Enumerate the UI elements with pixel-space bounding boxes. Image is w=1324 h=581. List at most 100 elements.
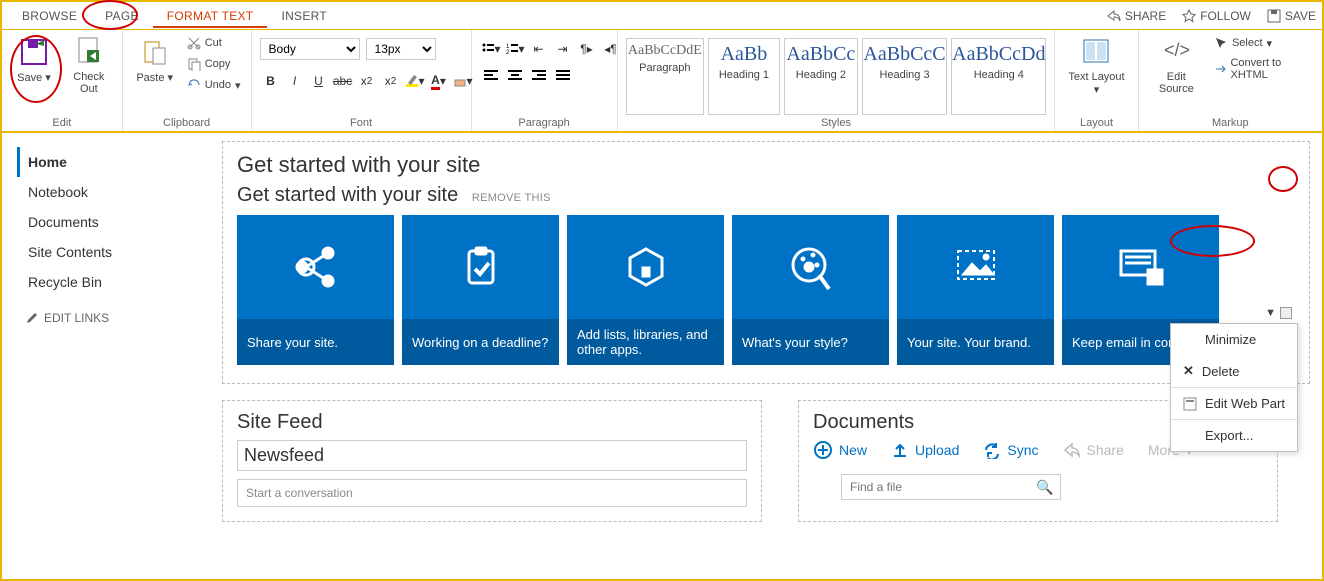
bullets-button[interactable]: ▾ [480,38,502,60]
remove-this-link[interactable]: REMOVE THIS [472,192,551,204]
justify-icon [556,68,570,82]
upload-icon [891,441,909,459]
copy-icon [187,57,201,71]
group-label-edit: Edit [10,115,114,131]
ribbon: Save ▾ Check Out Edit Paste ▾ Cut Copy U… [2,30,1322,133]
tab-page[interactable]: PAGE [91,4,153,28]
upload-button[interactable]: Upload [891,441,959,459]
bullets-icon [481,42,495,56]
convert-xhtml-button[interactable]: Convert to XHTML [1212,55,1314,83]
style-paragraph[interactable]: AaBbCcDdEParagraph [626,38,704,115]
webpart-menu-caret[interactable]: ▼ [1265,307,1276,319]
tab-row: BROWSE PAGE FORMAT TEXT INSERT SHARE FOL… [2,2,1322,30]
site-feed-panel: Site Feed Newsfeed Start a conversation [222,400,762,522]
save-action[interactable]: SAVE [1267,9,1316,23]
close-icon: ✕ [1183,363,1194,379]
webpart-title: Get started with your site [237,152,480,178]
webpart-context-menu: Minimize ✕Delete Edit Web Part Export... [1170,323,1298,452]
conversation-input[interactable]: Start a conversation [237,479,747,507]
sidebar-item-home[interactable]: Home [17,147,212,177]
search-icon[interactable]: 🔍 [1030,475,1060,499]
svg-text:2: 2 [506,50,510,56]
cut-button[interactable]: Cut [185,34,243,52]
style-heading-2[interactable]: AaBbCcHeading 2 [784,38,858,115]
convert-icon [1214,62,1227,76]
style-heading-4[interactable]: AaBbCcDdHeading 4 [951,38,1046,115]
text-layout-button[interactable]: Text Layout ▾ [1063,34,1129,98]
align-left-icon [484,68,498,82]
highlight-button[interactable]: ▾ [404,70,426,92]
edit-links-button[interactable]: EDIT LINKS [20,311,109,325]
pencil-icon [26,312,38,324]
tab-insert[interactable]: INSERT [267,4,341,28]
tile-3[interactable]: What's your style? [732,215,889,365]
tile-1[interactable]: Working on a deadline? [402,215,559,365]
site-feed-title: Site Feed [237,411,747,434]
find-file-input[interactable] [842,475,1030,499]
font-color-button[interactable]: A▾ [428,70,450,92]
group-label-layout: Layout [1063,115,1129,131]
align-left-button[interactable] [480,64,502,86]
find-file-search[interactable]: 🔍 [841,474,1061,500]
menu-minimize[interactable]: Minimize [1171,324,1297,355]
strike-button[interactable]: abc [332,70,354,92]
numbering-icon: 12 [505,42,519,56]
tile-0[interactable]: Share your site. [237,215,394,365]
checkout-button[interactable]: Check Out [64,34,114,97]
sidebar-item-documents[interactable]: Documents [20,207,212,237]
clear-format-button[interactable]: ▾ [452,70,474,92]
inner-title: Get started with your site [237,184,458,207]
superscript-button[interactable]: x2 [380,70,402,92]
sidebar-item-site-contents[interactable]: Site Contents [20,237,212,267]
undo-button[interactable]: Undo ▾ [185,76,243,94]
sidebar-item-notebook[interactable]: Notebook [20,177,212,207]
save-icon [1267,9,1281,23]
undo-icon [187,78,201,92]
webpart-checkbox[interactable] [1280,307,1292,319]
italic-button[interactable]: I [284,70,306,92]
new-doc-button[interactable]: New [813,440,867,460]
sidebar-item-recycle-bin[interactable]: Recycle Bin [20,267,212,297]
menu-edit-webpart[interactable]: Edit Web Part [1171,388,1297,419]
align-right-button[interactable] [528,64,550,86]
share-doc-button[interactable]: Share [1063,441,1124,459]
style-heading-3[interactable]: AaBbCcCHeading 3 [862,38,947,115]
paste-button[interactable]: Paste ▾ [131,34,179,86]
underline-button[interactable]: U [308,70,330,92]
numbering-button[interactable]: 12▾ [504,38,526,60]
indent-button[interactable]: ⇥ [552,38,574,60]
menu-export[interactable]: Export... [1171,420,1297,451]
align-right-icon [532,68,546,82]
tab-format-text[interactable]: FORMAT TEXT [153,4,268,28]
follow-action[interactable]: FOLLOW [1182,9,1251,23]
sync-icon [983,441,1001,459]
svg-text:</>: </> [1164,40,1190,60]
style-heading-1[interactable]: AaBbHeading 1 [708,38,780,115]
select-button[interactable]: Select ▾ [1212,34,1314,52]
eraser-icon [453,74,467,88]
share-action[interactable]: SHARE [1107,9,1166,23]
share-doc-icon [1063,441,1081,459]
tile-4[interactable]: Your site. Your brand. [897,215,1054,365]
group-label-markup: Markup [1147,115,1314,131]
edit-source-button[interactable]: </> Edit Source [1147,34,1206,97]
tile-2[interactable]: Add lists, libraries, and other apps. [567,215,724,365]
subscript-button[interactable]: x2 [356,70,378,92]
font-family-select[interactable]: Body [260,38,360,60]
tab-browse[interactable]: BROWSE [8,4,91,28]
ltr-button[interactable]: ¶▸ [576,38,598,60]
paste-icon [139,36,171,68]
menu-delete[interactable]: ✕Delete [1171,355,1297,387]
save-button[interactable]: Save ▾ [10,34,58,86]
copy-button[interactable]: Copy [185,55,243,73]
align-center-button[interactable] [504,64,526,86]
group-label-clipboard: Clipboard [131,115,243,131]
bold-button[interactable]: B [260,70,282,92]
code-icon: </> [1160,36,1192,68]
justify-button[interactable] [552,64,574,86]
outdent-button[interactable]: ⇤ [528,38,550,60]
sync-button[interactable]: Sync [983,441,1038,459]
sidebar: HomeNotebookDocumentsSite ContentsRecycl… [2,133,212,579]
font-size-select[interactable]: 13px [366,38,436,60]
layout-icon [1080,36,1112,68]
